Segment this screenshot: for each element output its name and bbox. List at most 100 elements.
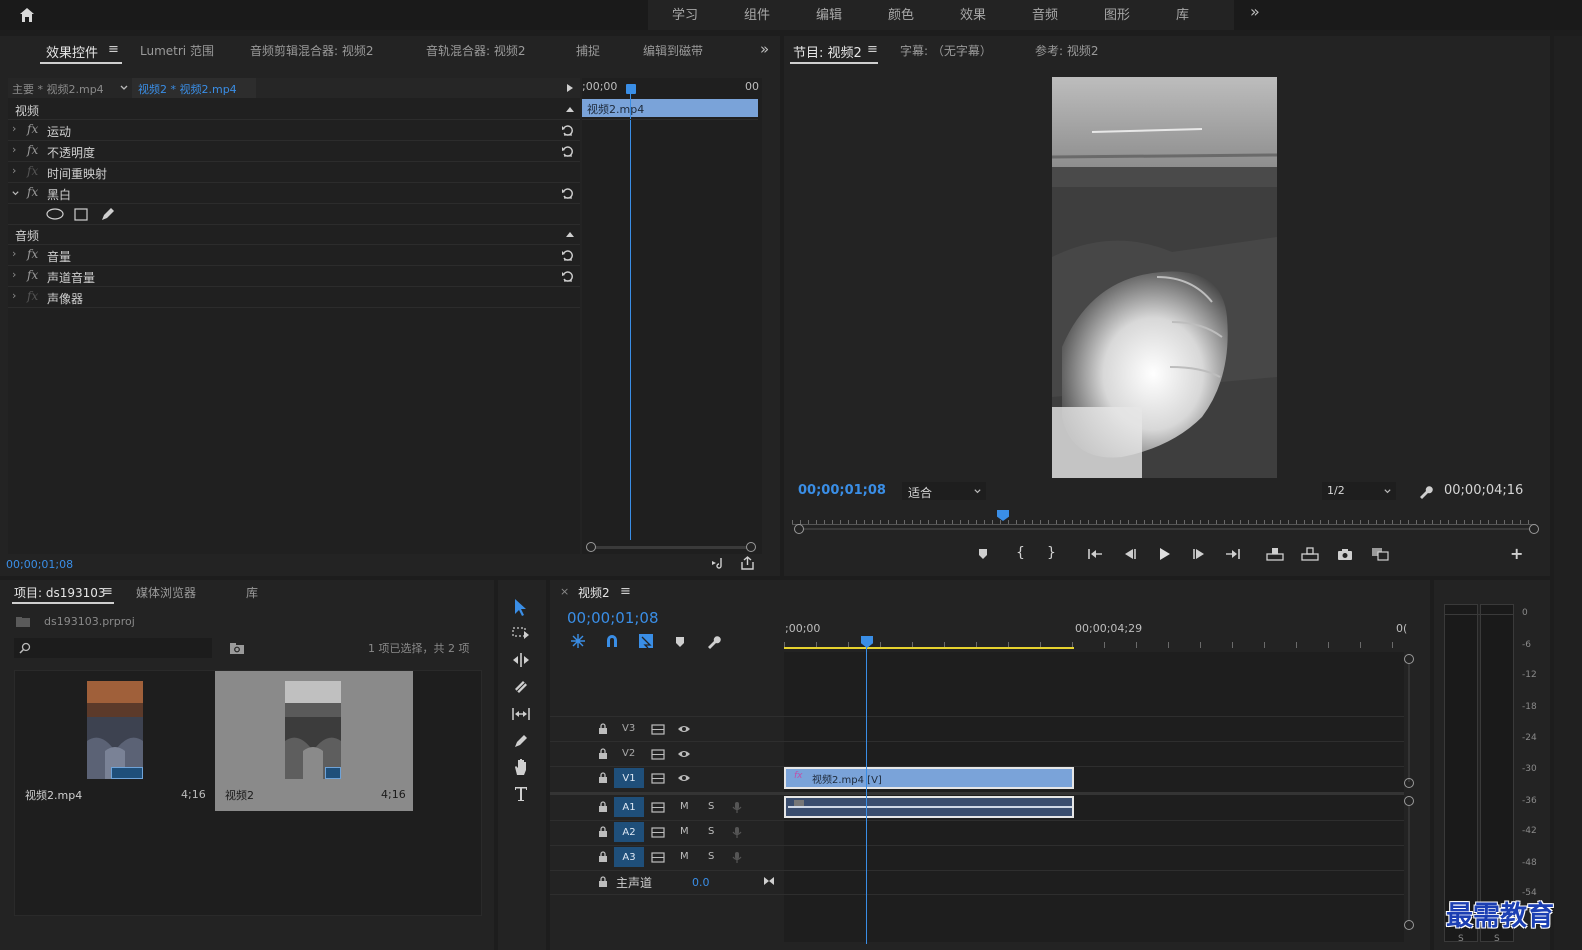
solo-button[interactable]: S [708,851,714,862]
timeline-settings-wrench-icon[interactable] [704,632,722,650]
track-header-v1[interactable]: V1 [590,768,780,790]
snap-magnet-icon[interactable] [602,632,622,650]
add-marker-icon[interactable] [975,546,991,562]
type-tool-icon[interactable] [510,783,532,805]
tab-reference[interactable]: 参考: 视频2 [1035,42,1099,59]
workspace-tab-learn[interactable]: 学习 [672,4,698,23]
resolution-dropdown[interactable]: 1/2 [1322,482,1396,500]
lock-icon[interactable] [596,850,610,864]
expand-chevron-icon[interactable]: › [12,122,16,135]
master-track-value[interactable]: 0.0 [692,876,710,889]
sync-lock-icon[interactable] [650,850,666,864]
selection-tool-icon[interactable] [510,596,532,618]
track-target-a3[interactable]: A3 [614,847,644,867]
effect-mini-timeline[interactable]: ;00;00 00 视频2.mp4 [582,78,762,554]
project-item-sequence[interactable]: 视频2 4;16 [215,671,413,811]
v1-video-clip[interactable]: fx 视频2.mp4 [V] [784,767,1074,789]
a1-audio-clip[interactable] [784,796,1074,818]
program-zoom-scrollbar[interactable] [794,524,1539,534]
collapse-up-icon[interactable] [564,104,576,114]
new-search-bin-icon[interactable] [228,640,246,656]
chevron-down-icon[interactable] [118,82,130,94]
home-icon[interactable] [16,4,38,26]
effect-row-time-remap[interactable]: › fx 时间重映射 [8,162,580,183]
camera-export-frame-icon[interactable] [1336,546,1354,562]
fx-badge-icon[interactable]: fx [27,289,38,303]
mark-in-icon[interactable]: { [1016,545,1025,561]
eye-icon[interactable] [676,771,692,785]
fx-badge-icon[interactable]: fx [27,143,38,157]
tab-capture[interactable]: 捕捉 [576,42,600,59]
work-area-bar[interactable] [784,647,1074,649]
audio-track-scroll-handle[interactable] [1404,920,1414,930]
audio-track-scroll-bar[interactable] [1408,806,1410,920]
pen-mask-icon[interactable] [99,205,117,223]
mute-button[interactable]: M [680,851,689,862]
step-forward-icon[interactable] [1190,546,1208,562]
master-clip-label[interactable]: 主要 * 视频2.mp4 [12,81,104,97]
effect-current-time[interactable]: 00;00;01;08 [6,558,73,571]
effect-row-panner[interactable]: › fx 声像器 [8,287,580,308]
tab-audio-track-mixer[interactable]: 音轨混合器: 视频2 [426,42,526,59]
video-track-scroll-handle[interactable] [1404,778,1414,788]
program-timecode[interactable]: 00;00;01;08 [798,483,886,498]
effect-row-opacity[interactable]: › fx 不透明度 [8,141,580,162]
lock-icon[interactable] [596,747,610,761]
wrench-settings-icon[interactable] [1416,482,1434,500]
workspace-tab-audio[interactable]: 音频 [1032,4,1058,23]
step-back-icon[interactable] [1121,546,1139,562]
nest-sequence-icon[interactable] [568,632,588,650]
lift-icon[interactable] [1265,546,1285,562]
sequence-clip-label[interactable]: 视频2 * 视频2.mp4 [138,81,237,97]
workspace-tab-libraries[interactable]: 库 [1176,4,1189,23]
mute-button[interactable]: M [680,801,689,812]
reset-icon[interactable] [560,186,574,200]
track-header-a2[interactable]: A2 M S [590,822,780,844]
tab-project[interactable]: 项目: ds193103 [14,584,106,601]
track-header-v3[interactable]: V3 [590,720,780,740]
fx-badge-icon[interactable]: fx [27,164,38,178]
fit-dropdown[interactable]: 适合 [902,482,986,500]
track-header-a1[interactable]: A1 M S [590,797,780,819]
solo-button[interactable]: S [708,801,714,812]
tab-edit-to-tape[interactable]: 编辑到磁带 [643,42,703,59]
sync-lock-icon[interactable] [650,771,666,785]
timeline-menu-icon[interactable]: ≡ [620,584,631,599]
project-menu-icon[interactable]: ≡ [102,584,113,599]
program-video-frame[interactable] [1052,77,1277,478]
effect-controls-menu-icon[interactable]: ≡ [108,42,119,57]
expand-chevron-icon[interactable]: › [12,268,16,281]
comparison-view-icon[interactable] [1370,546,1390,562]
track-target-v1[interactable]: V1 [614,768,644,788]
meter-solo-left[interactable]: S [1458,934,1464,944]
reset-icon[interactable] [560,269,574,283]
effect-row-volume[interactable]: › fx 音量 [8,245,580,266]
solo-button[interactable]: S [708,826,714,837]
add-marker-icon[interactable] [672,634,688,650]
expanded-chevron-icon[interactable] [10,188,20,198]
linked-selection-icon[interactable] [636,632,656,650]
tab-audio-clip-mixer[interactable]: 音频剪辑混合器: 视频2 [250,42,374,59]
filter-audio-icon[interactable] [710,556,728,570]
sync-lock-icon[interactable] [650,825,666,839]
export-icon[interactable] [738,555,756,571]
go-to-in-icon[interactable] [1086,546,1104,562]
microphone-icon[interactable] [730,850,744,864]
ripple-edit-tool-icon[interactable] [510,649,532,671]
tab-captions[interactable]: 字幕: （无字幕） [900,42,992,59]
audio-track-scroll-handle[interactable] [1404,796,1414,806]
sync-lock-icon[interactable] [650,747,666,761]
lock-icon[interactable] [596,875,610,889]
tab-libraries[interactable]: 库 [246,584,258,601]
workspace-tab-color[interactable]: 颜色 [888,4,914,23]
slip-tool-icon[interactable] [510,703,532,725]
lock-icon[interactable] [596,771,610,785]
effect-row-motion[interactable]: › fx 运动 [8,120,580,141]
program-menu-icon[interactable]: ≡ [867,42,878,57]
eye-icon[interactable] [676,722,692,736]
meter-solo-right[interactable]: S [1494,934,1500,944]
track-header-v2[interactable]: V2 [590,745,780,765]
effect-row-channel-volume[interactable]: › fx 声道音量 [8,266,580,287]
track-target-a2[interactable]: A2 [614,822,644,842]
sync-lock-icon[interactable] [650,800,666,814]
